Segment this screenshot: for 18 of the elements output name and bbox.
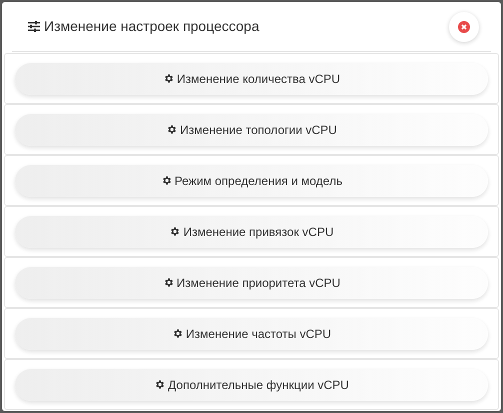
gear-icon [162, 73, 174, 84]
close-icon [458, 20, 470, 32]
action-button[interactable]: Изменение топологии vCPU [15, 114, 488, 146]
gear-icon [160, 175, 172, 186]
action-button[interactable]: Изменение количества vCPU [15, 62, 488, 94]
action-button[interactable]: Дополнительные функции vCPU [15, 368, 488, 400]
action-button[interactable]: Режим определения и модель [15, 164, 488, 196]
gear-icon [169, 226, 180, 237]
action-button[interactable]: Изменение приоритета vCPU [15, 266, 488, 298]
gear-icon [172, 328, 183, 339]
action-button[interactable]: Изменение привязок vCPU [15, 216, 488, 248]
action-button[interactable]: Изменение частоты vCPU [15, 318, 488, 350]
gear-icon [162, 277, 174, 288]
gear-icon [166, 124, 178, 135]
close-button[interactable] [449, 12, 479, 42]
gear-icon [154, 379, 166, 390]
sliders-icon [28, 21, 40, 32]
dialog-title: Изменение настроек процессора [44, 17, 260, 36]
